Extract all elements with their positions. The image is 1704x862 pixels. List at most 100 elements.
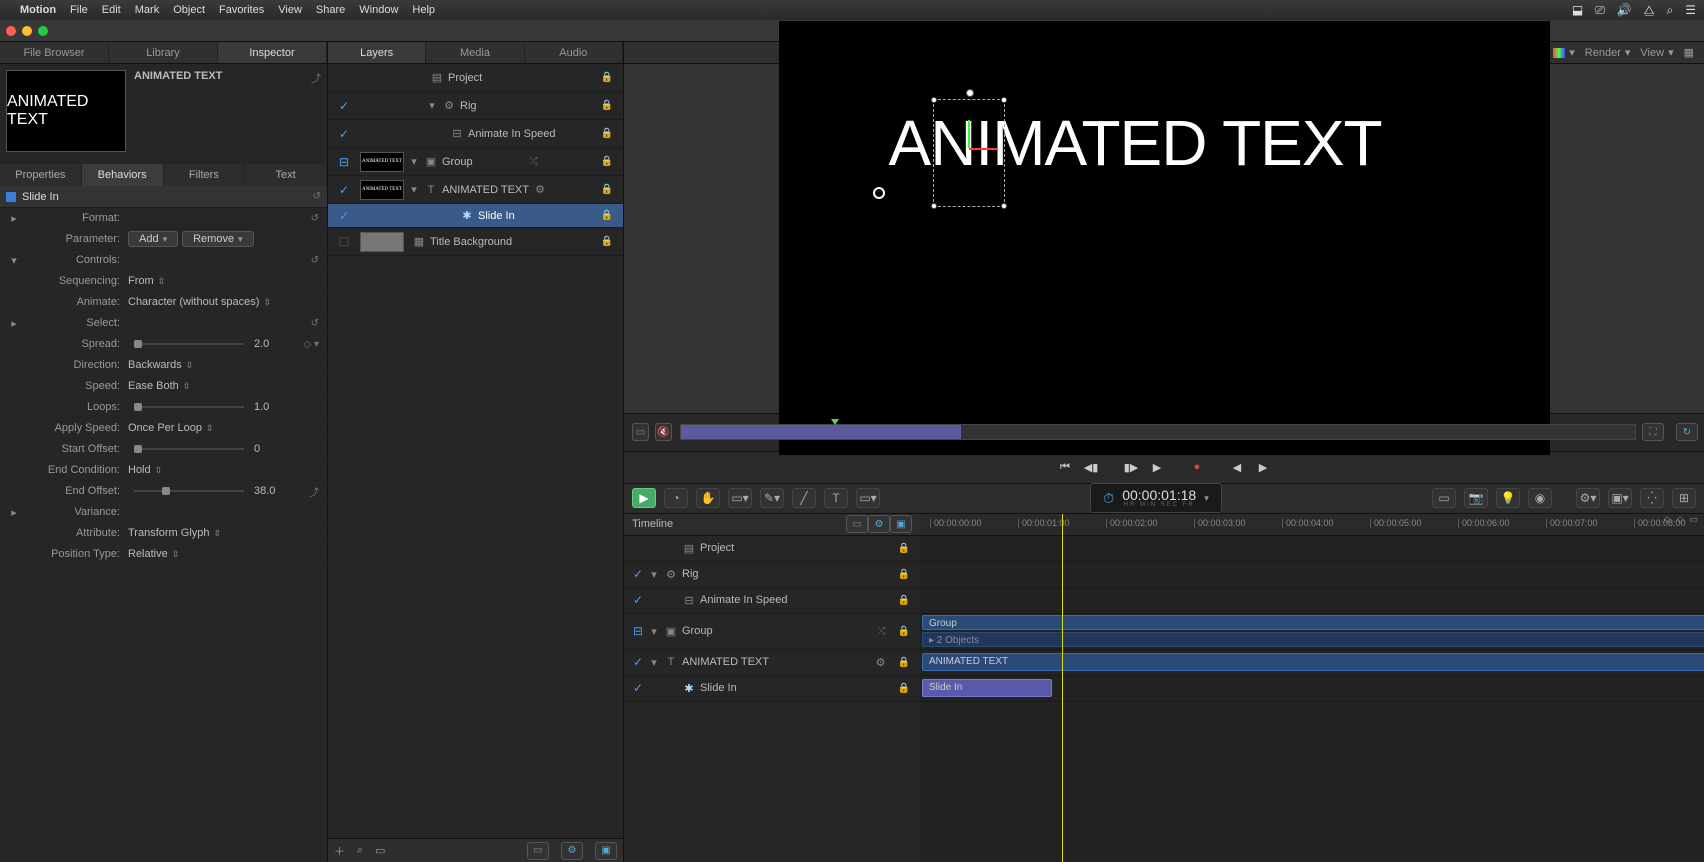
disclose-format[interactable]: ▸	[8, 212, 20, 225]
tl-view-3[interactable]: ▣	[890, 515, 912, 533]
screen-icon[interactable]: ⎚	[1595, 3, 1605, 18]
hud-button[interactable]: ▭	[1432, 488, 1456, 508]
menu-mark[interactable]: Mark	[135, 4, 159, 16]
layer-rig[interactable]: ✓ ▾ ⚙ Rig 🔒	[328, 92, 623, 120]
lock-icon[interactable]: 🔒	[892, 543, 916, 554]
mini-tl-button-1[interactable]: ▭	[632, 423, 649, 441]
insp-tab-text[interactable]: Text	[245, 164, 327, 186]
tl-row-slide-in[interactable]: ✓ ✱ Slide In 🔒	[624, 676, 920, 702]
insp-tab-behaviors[interactable]: Behaviors	[82, 164, 164, 186]
lock-icon[interactable]: 🔒	[595, 156, 619, 167]
render-menu[interactable]: Render ▾	[1585, 46, 1631, 59]
make-particles-button[interactable]: ⁛	[1640, 488, 1664, 508]
tl-row-animate-speed[interactable]: ✓ ⊟ Animate In Speed 🔒	[624, 588, 920, 614]
insp-tab-filters[interactable]: Filters	[164, 164, 246, 186]
go-start-button[interactable]: ⏮	[1055, 459, 1075, 475]
rectangle-tool[interactable]: ▭▾	[728, 488, 752, 508]
view-3-button[interactable]: ▣	[595, 842, 617, 860]
lock-icon[interactable]: 🔒	[595, 72, 619, 83]
layer-slide-in[interactable]: ✓ ✱ Slide In 🔒	[328, 204, 623, 228]
fullscreen-button[interactable]: ⛶	[1642, 423, 1664, 441]
tl-view-1[interactable]: ▭	[846, 515, 868, 533]
lock-icon[interactable]: 🔒	[595, 210, 619, 221]
value-position-type[interactable]: Relative	[128, 548, 168, 560]
replicate-button[interactable]: ⊞	[1672, 488, 1696, 508]
timeline-playhead[interactable]	[1062, 514, 1063, 862]
reset-format[interactable]: ↺	[311, 213, 319, 224]
color-channels-button[interactable]: ▾	[1553, 46, 1575, 59]
value-animate[interactable]: Character (without spaces)	[128, 296, 259, 308]
tl-row-animated-text[interactable]: ✓ ▾ T ANIMATED TEXT ⚙ 🔒	[624, 650, 920, 676]
lock-icon[interactable]: 🔒	[892, 595, 916, 606]
timeline-tracks[interactable]: ◇ ◇ ▭ 00:00:00:0000:00:01:0000:00:02:000…	[920, 514, 1704, 862]
view-menu[interactable]: View ▾	[1640, 46, 1673, 59]
disclose-rig[interactable]: ▾	[426, 99, 438, 112]
lock-icon[interactable]: 🔒	[892, 569, 916, 580]
view-2-button[interactable]: ⚙	[561, 842, 583, 860]
layer-animated-text[interactable]: ✓ ANIMATED TEXT ▾ T ANIMATED TEXT ⚙ 🔒	[328, 176, 623, 204]
record-button[interactable]: ●	[1187, 459, 1207, 475]
y-axis-gizmo[interactable]	[968, 120, 970, 148]
text-tool[interactable]: T	[824, 488, 848, 508]
link-icon[interactable]: ⤮	[524, 156, 544, 167]
close-button[interactable]	[6, 26, 16, 36]
mini-clip[interactable]	[681, 425, 961, 439]
disclose-variance[interactable]: ▸	[8, 506, 20, 519]
select-tool[interactable]: ▶	[632, 488, 656, 508]
tab-audio[interactable]: Audio	[525, 42, 623, 63]
rotate-handle[interactable]	[966, 89, 974, 97]
mini-tl-mute-button[interactable]: 🔇	[655, 423, 672, 441]
add-layer-button[interactable]: ＋	[334, 843, 345, 859]
camera-button[interactable]: 📷	[1464, 488, 1488, 508]
disclose-group[interactable]: ▾	[408, 155, 420, 168]
layer-project[interactable]: ▤ Project 🔒	[328, 64, 623, 92]
gear-icon[interactable]: ⚙	[533, 183, 547, 197]
menu-icon[interactable]: ☰	[1685, 3, 1696, 18]
spotlight-icon[interactable]: ⌕	[1667, 3, 1674, 18]
lock-icon[interactable]: 🔒	[595, 184, 619, 195]
slider-spread[interactable]	[134, 343, 244, 345]
canvas-menu-icon[interactable]: ▦	[1684, 46, 1694, 59]
wifi-icon[interactable]: ⧋	[1644, 3, 1655, 18]
play-button[interactable]: ▶	[1147, 459, 1167, 475]
behaviors-button[interactable]: ⚙▾	[1576, 488, 1600, 508]
timecode-display[interactable]: ⏱ 00:00:01:18 HR MIN SEC FR ▾	[1090, 483, 1221, 513]
disclose-text[interactable]: ▾	[408, 183, 420, 196]
gear-icon[interactable]: ⚙	[874, 655, 888, 669]
tl-zoom-slider[interactable]: ▭	[1689, 514, 1698, 525]
behavior-header[interactable]: Slide In ↺	[0, 186, 327, 208]
clip-objects[interactable]: ▸ 2 Objects	[922, 632, 1704, 647]
tab-media[interactable]: Media	[426, 42, 524, 63]
loop-button[interactable]: ↻	[1676, 423, 1698, 441]
canvas[interactable]: ANIMATED TEXT	[779, 21, 1550, 455]
clip-slide-in[interactable]: Slide In	[922, 679, 1052, 697]
clip-group[interactable]: Group	[922, 615, 1704, 630]
stack-icon[interactable]: ▭	[375, 844, 385, 857]
anchor-point[interactable]	[873, 187, 885, 199]
tl-row-rig[interactable]: ✓ ▾ ⚙ Rig 🔒	[624, 562, 920, 588]
value-start-offset[interactable]: 0	[254, 443, 260, 455]
layer-check[interactable]: ⊟	[332, 155, 356, 169]
handle-tl[interactable]	[931, 97, 937, 103]
x-axis-gizmo[interactable]	[969, 148, 997, 150]
layer-check[interactable]: ✓	[628, 593, 648, 607]
mini-playhead[interactable]	[831, 419, 839, 425]
generator-button[interactable]: ◉	[1528, 488, 1552, 508]
insp-tab-properties[interactable]: Properties	[0, 164, 82, 186]
tab-inspector[interactable]: Inspector	[218, 42, 327, 63]
track-slide-in[interactable]: Slide In	[920, 676, 1704, 702]
layer-check[interactable]: ✓	[332, 209, 356, 223]
value-sequencing[interactable]: From	[128, 275, 154, 287]
line-tool[interactable]: ╱	[792, 488, 816, 508]
value-speed[interactable]: Ease Both	[128, 380, 179, 392]
lock-icon[interactable]: 🔒	[892, 657, 916, 668]
handle-tr[interactable]	[1001, 97, 1007, 103]
selection-box[interactable]	[933, 99, 1005, 207]
layer-group[interactable]: ⊟ ANIMATED TEXT ▾ ▣ Group ⤮ 🔒	[328, 148, 623, 176]
layer-check[interactable]: ✓	[628, 567, 648, 581]
reset-controls[interactable]: ↺	[311, 255, 319, 266]
value-spread[interactable]: 2.0	[254, 338, 269, 350]
slider-start-offset[interactable]	[134, 448, 244, 450]
mini-timeline-track[interactable]	[680, 424, 1636, 440]
disclose-controls[interactable]: ▾	[8, 254, 20, 267]
